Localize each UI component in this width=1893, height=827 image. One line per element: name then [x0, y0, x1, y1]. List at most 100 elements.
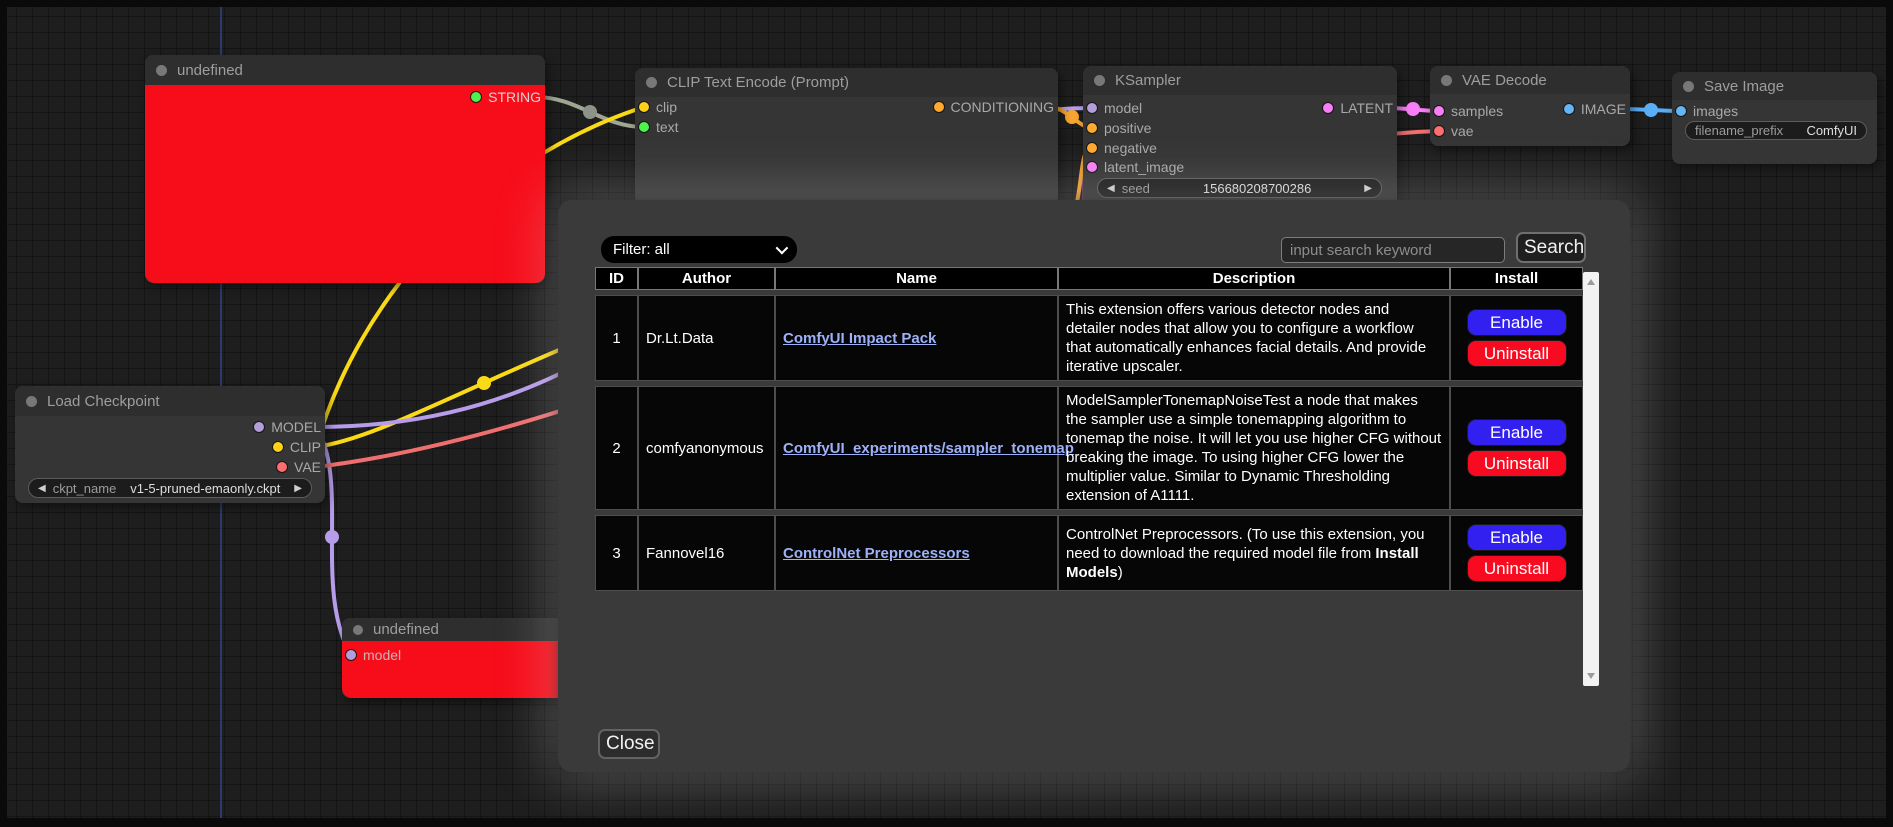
node-title: undefined: [373, 621, 439, 638]
port-samples-input[interactable]: [1434, 106, 1444, 116]
node-load-checkpoint[interactable]: Load Checkpoint MODEL CLIP VAE ◀ ckpt_na…: [15, 386, 325, 503]
close-button[interactable]: Close: [598, 729, 660, 759]
ckpt-name-widget[interactable]: ◀ ckpt_name v1-5-pruned-emaonly.ckpt ▶: [28, 478, 312, 498]
scroll-up-icon[interactable]: [1587, 279, 1595, 285]
ext-author: comfyanonymous: [638, 386, 775, 510]
port-vae-output[interactable]: [277, 462, 287, 472]
filename-prefix-widget[interactable]: filename_prefix ComfyUI: [1685, 121, 1867, 140]
port-conditioning-output[interactable]: [934, 102, 944, 112]
link-dot-clip[interactable]: [477, 376, 491, 390]
port-images-input[interactable]: [1676, 106, 1686, 116]
decrement-arrow-icon[interactable]: ◀: [1107, 183, 1115, 194]
port-latent-image-input[interactable]: [1087, 162, 1097, 172]
node-title-bar[interactable]: CLIP Text Encode (Prompt): [635, 68, 1058, 97]
increment-arrow-icon[interactable]: ▶: [294, 483, 302, 494]
port-model-output[interactable]: [254, 422, 264, 432]
widget-name: ckpt_name: [53, 481, 117, 496]
node-title-bar[interactable]: VAE Decode: [1430, 66, 1630, 94]
node-save-image[interactable]: Save Image images filename_prefix ComfyU…: [1672, 72, 1877, 164]
node-vae-decode[interactable]: VAE Decode samples vae IMAGE: [1430, 66, 1630, 146]
header-description: Description: [1058, 267, 1450, 290]
node-collapse-dot-icon[interactable]: [1441, 75, 1452, 86]
scroll-down-icon[interactable]: [1587, 673, 1595, 679]
widget-value: v1-5-pruned-emaonly.ckpt: [123, 481, 287, 496]
increment-arrow-icon[interactable]: ▶: [1364, 183, 1372, 194]
port-string-output[interactable]: [471, 92, 481, 102]
input-slot-samples: samples: [1434, 101, 1503, 121]
slot-label: model: [1104, 100, 1142, 116]
link-dot-image[interactable]: [1644, 103, 1658, 117]
ext-name-link[interactable]: ComfyUI Impact Pack: [783, 330, 936, 347]
node-title-bar[interactable]: undefined: [342, 618, 572, 641]
enable-button[interactable]: Enable: [1467, 419, 1567, 446]
port-negative-input[interactable]: [1087, 143, 1097, 153]
link-dot-string[interactable]: [583, 105, 597, 119]
filter-select[interactable]: Filter: all: [601, 236, 797, 263]
output-slot-latent: LATENT: [1323, 98, 1393, 118]
link-dot-latent[interactable]: [1406, 102, 1420, 116]
node-title-bar[interactable]: KSampler: [1083, 66, 1397, 95]
node-collapse-dot-icon[interactable]: [1683, 81, 1694, 92]
port-positive-input[interactable]: [1087, 123, 1097, 133]
node-collapse-dot-icon[interactable]: [26, 396, 37, 407]
node-title-bar[interactable]: Save Image: [1672, 72, 1877, 100]
output-slot-vae: VAE: [277, 457, 321, 477]
input-slot-positive: positive: [1087, 118, 1151, 138]
table-row: 3 Fannovel16 ControlNet Preprocessors Co…: [595, 515, 1583, 591]
enable-button[interactable]: Enable: [1467, 309, 1567, 336]
node-collapse-dot-icon[interactable]: [1094, 75, 1105, 86]
node-undefined-string[interactable]: undefined STRING: [145, 55, 545, 283]
seed-widget[interactable]: ◀ seed 156680208700286 ▶: [1097, 178, 1382, 198]
output-slot-clip: CLIP: [273, 437, 321, 457]
ext-name-link[interactable]: ControlNet Preprocessors: [783, 545, 970, 562]
port-text-input[interactable]: [639, 122, 649, 132]
node-title-bar[interactable]: Load Checkpoint: [15, 386, 325, 416]
desc-text: This extension offers various detector n…: [1066, 301, 1426, 375]
uninstall-button[interactable]: Uninstall: [1467, 340, 1567, 367]
port-vae-input[interactable]: [1434, 126, 1444, 136]
port-clip-output[interactable]: [273, 442, 283, 452]
search-button[interactable]: Search: [1516, 232, 1586, 263]
node-undefined-model[interactable]: undefined model: [342, 618, 572, 698]
input-slot-latent-image: latent_image: [1087, 157, 1184, 177]
slot-label: MODEL: [271, 419, 321, 435]
node-title: undefined: [177, 62, 243, 79]
node-collapse-dot-icon[interactable]: [156, 65, 167, 76]
search-input[interactable]: [1281, 237, 1505, 263]
widget-name: seed: [1122, 181, 1150, 196]
node-error-body: [145, 85, 545, 283]
slot-label: LATENT: [1340, 100, 1393, 116]
ext-description: ControlNet Preprocessors. (To use this e…: [1058, 515, 1450, 591]
table-scrollbar[interactable]: [1583, 272, 1599, 686]
decrement-arrow-icon[interactable]: ◀: [38, 483, 46, 494]
port-model-input[interactable]: [1087, 103, 1097, 113]
port-clip-input[interactable]: [639, 102, 649, 112]
widget-value: 156680208700286: [1157, 181, 1357, 196]
widget-name: filename_prefix: [1695, 123, 1783, 138]
output-slot-model: MODEL: [254, 417, 321, 437]
comfyui-app: undefined STRING CLIP Text Encode (Promp…: [0, 0, 1893, 827]
desc-text: ): [1118, 564, 1123, 581]
chevron-down-icon: [776, 242, 789, 255]
output-slot-conditioning: CONDITIONING: [934, 97, 1054, 117]
uninstall-button[interactable]: Uninstall: [1467, 555, 1567, 582]
node-collapse-dot-icon[interactable]: [353, 625, 363, 635]
port-latent-output[interactable]: [1323, 103, 1333, 113]
node-ksampler[interactable]: KSampler model positive negative latent_…: [1083, 66, 1397, 208]
ext-name-link[interactable]: ComfyUI_experiments/sampler_tonemap: [783, 440, 1074, 457]
port-model-input[interactable]: [346, 650, 356, 660]
node-title: CLIP Text Encode (Prompt): [667, 74, 849, 91]
node-title-bar[interactable]: undefined: [145, 55, 545, 85]
port-image-output[interactable]: [1564, 104, 1574, 114]
input-slot-model: model: [1087, 98, 1142, 118]
graph-canvas[interactable]: undefined STRING CLIP Text Encode (Promp…: [0, 0, 1893, 827]
node-clip-text-encode[interactable]: CLIP Text Encode (Prompt) clip text COND…: [635, 68, 1058, 205]
uninstall-button[interactable]: Uninstall: [1467, 450, 1567, 477]
slot-label: CONDITIONING: [951, 99, 1054, 115]
link-dot-conditioning[interactable]: [1065, 110, 1079, 124]
link-dot-model[interactable]: [325, 530, 339, 544]
desc-text: ModelSamplerTonemapNoiseTest a node that…: [1066, 392, 1441, 504]
enable-button[interactable]: Enable: [1467, 524, 1567, 551]
desc-text: ControlNet Preprocessors. (To use this e…: [1066, 526, 1425, 562]
node-collapse-dot-icon[interactable]: [646, 77, 657, 88]
